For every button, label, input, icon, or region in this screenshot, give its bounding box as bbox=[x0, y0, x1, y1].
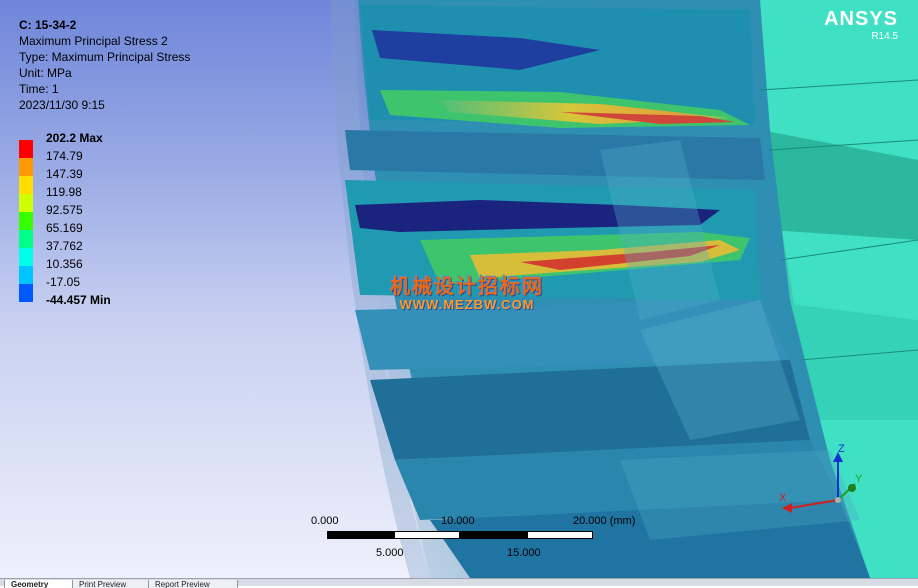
scale-label-15: 15.000 bbox=[507, 547, 541, 559]
legend-color-swatch bbox=[19, 176, 33, 194]
ansys-version: R14.5 bbox=[871, 31, 898, 42]
triad-z-label: Z bbox=[838, 443, 845, 455]
legend-value-label: 202.2 Max bbox=[46, 131, 103, 145]
triad-x-label: X bbox=[779, 492, 787, 504]
scale-segment-2 bbox=[394, 531, 460, 539]
result-info-block: C: 15-34-2 Maximum Principal Stress 2 Ty… bbox=[19, 17, 190, 113]
result-type: Type: Maximum Principal Stress bbox=[19, 50, 191, 64]
ansys-brand: ANSYS R14.5 bbox=[824, 8, 898, 42]
legend-color-swatch bbox=[19, 230, 33, 248]
tab-report-preview[interactable]: Report Preview bbox=[148, 580, 238, 588]
scale-segment-4 bbox=[527, 531, 593, 539]
result-title: C: 15-34-2 bbox=[19, 18, 77, 32]
tab-geometry[interactable]: Geometry bbox=[4, 580, 76, 588]
legend-color-swatch bbox=[19, 284, 33, 302]
legend-color-swatch bbox=[19, 212, 33, 230]
result-time: Time: 1 bbox=[19, 82, 59, 96]
legend-value-label: 37.762 bbox=[46, 239, 83, 253]
legend-value-label: 174.79 bbox=[46, 149, 83, 163]
watermark-url: WWW.MEZBW.COM bbox=[399, 297, 535, 312]
watermark: 机械设计招标网 WWW.MEZBW.COM bbox=[390, 270, 544, 312]
result-name: Maximum Principal Stress 2 bbox=[19, 34, 168, 48]
legend-value-label: 10.356 bbox=[46, 257, 83, 271]
legend-value-label: -17.05 bbox=[46, 275, 81, 289]
legend-color-swatch bbox=[19, 266, 33, 284]
scale-label-10: 10.000 bbox=[441, 515, 475, 527]
scale-label-5: 5.000 bbox=[376, 547, 404, 559]
result-unit: Unit: MPa bbox=[19, 66, 72, 80]
ansys-logo: ANSYS bbox=[824, 8, 898, 30]
legend-color-swatch bbox=[19, 194, 33, 212]
watermark-text: 机械设计招标网 bbox=[390, 276, 544, 298]
result-date: 2023/11/30 9:15 bbox=[19, 98, 105, 112]
triad-y-label: Y bbox=[855, 473, 863, 485]
scale-label-0: 0.000 bbox=[311, 515, 339, 527]
legend-value-label: 147.39 bbox=[46, 167, 83, 181]
legend-color-swatch bbox=[19, 158, 33, 176]
scale-label-20: 20.000 (mm) bbox=[573, 515, 636, 527]
legend-color-swatch bbox=[19, 248, 33, 266]
graphics-viewport[interactable]: Z Y X C: 15-34-2 Maximum Principal Stres… bbox=[0, 0, 918, 578]
legend-color-swatch bbox=[19, 140, 33, 158]
legend-value-label: 119.98 bbox=[46, 185, 82, 199]
tab-print-preview[interactable]: Print Preview bbox=[72, 580, 150, 588]
scale-bar: 0.000 10.000 20.000 (mm) 5.000 15.000 bbox=[310, 515, 670, 565]
legend-value-label: 92.575 bbox=[46, 203, 83, 217]
scale-segment-3 bbox=[460, 531, 527, 539]
scale-segment-1 bbox=[327, 531, 394, 539]
legend-value-label: 65.169 bbox=[46, 221, 83, 235]
legend-value-label: -44.457 Min bbox=[46, 293, 111, 307]
